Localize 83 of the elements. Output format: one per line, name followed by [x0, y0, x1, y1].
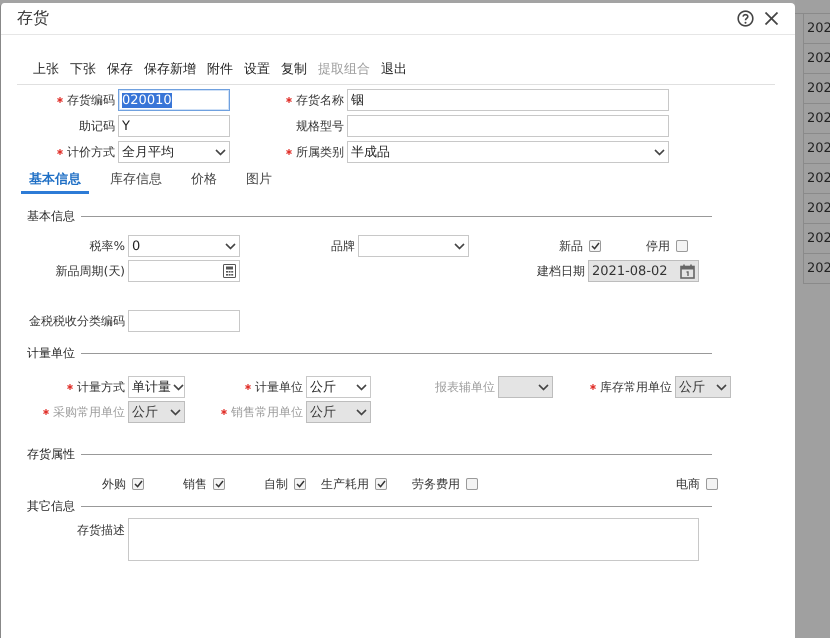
text-field[interactable] — [128, 310, 240, 332]
close-icon — [764, 11, 779, 26]
chevron-icon — [538, 384, 549, 390]
field-label: 所属类别 — [296, 144, 344, 160]
field-label: 存货描述 — [77, 522, 125, 539]
chevron-icon — [716, 384, 727, 390]
calendar-icon — [680, 264, 695, 278]
toolbar-button[interactable]: 保存 — [107, 58, 133, 80]
field-label: 生产耗用 — [321, 476, 369, 492]
field-label: 库存常用单位 — [600, 378, 672, 396]
chevron-icon — [454, 242, 465, 250]
dropdown[interactable]: 公斤 — [306, 376, 371, 398]
checkbox[interactable] — [132, 478, 144, 490]
text-field[interactable] — [347, 115, 669, 137]
chevron-icon — [173, 384, 184, 390]
toolbar-button[interactable]: 保存新增 — [144, 58, 196, 80]
calculator-icon — [223, 264, 236, 278]
check-icon — [214, 480, 224, 488]
check-icon — [376, 480, 386, 488]
field-label: 计量单位 — [255, 378, 303, 396]
check-icon — [134, 480, 142, 488]
field-label: 税率% — [90, 238, 125, 254]
field-label: 电商 — [676, 476, 700, 492]
field-label: 计价方式 — [67, 144, 115, 160]
section-title: 基本信息 — [27, 208, 75, 224]
field-label: 存货名称 — [296, 92, 344, 108]
field-label: 助记码 — [79, 118, 115, 134]
chevron-icon — [356, 408, 367, 416]
description-field[interactable] — [128, 518, 699, 561]
text-field[interactable]: Y — [118, 115, 230, 137]
checkbox[interactable] — [213, 478, 225, 490]
dropdown[interactable]: 全月平均 — [118, 141, 230, 163]
field-label: 计量方式 — [77, 378, 125, 396]
field-label: 停用 — [646, 238, 670, 254]
section-title: 其它信息 — [27, 498, 75, 514]
chevron-icon — [225, 242, 236, 250]
number-field[interactable] — [128, 260, 240, 282]
field-label: 销售 — [183, 476, 207, 492]
field-label: 报表辅单位 — [435, 378, 495, 396]
field-label: 存货编码 — [67, 92, 115, 108]
chevron-icon — [170, 408, 181, 416]
checkbox[interactable] — [706, 478, 718, 490]
text-field[interactable]: 020010 — [118, 89, 230, 111]
checkbox[interactable] — [676, 240, 688, 252]
chevron-icon — [654, 148, 665, 156]
field-label: 采购常用单位 — [53, 404, 125, 420]
dropdown[interactable]: 半成品 — [347, 141, 669, 163]
help-icon — [737, 10, 754, 27]
field-label: 品牌 — [331, 238, 355, 254]
toolbar-button[interactable]: 上张 — [33, 58, 59, 80]
checkbox[interactable] — [375, 478, 387, 490]
toolbar-button[interactable]: 附件 — [207, 58, 233, 80]
toolbar-button[interactable]: 复制 — [281, 58, 307, 80]
section-title: 存货属性 — [27, 446, 75, 462]
checkbox[interactable] — [294, 478, 306, 490]
field-label: 销售常用单位 — [231, 404, 303, 420]
section-title: 计量单位 — [27, 344, 75, 362]
field-label: 新品 — [559, 238, 583, 254]
toolbar-button[interactable]: 设置 — [244, 58, 270, 80]
field-label: 规格型号 — [296, 118, 344, 134]
chevron-icon — [215, 148, 226, 156]
field-label: 新品周期(天) — [56, 262, 125, 280]
toolbar-button[interactable]: 退出 — [381, 58, 407, 80]
field-label: 外购 — [102, 476, 126, 492]
check-icon — [296, 480, 304, 488]
field-label: 金税税收分类编码 — [29, 312, 125, 330]
field-label: 自制 — [264, 476, 288, 492]
dropdown[interactable]: 单计量 — [128, 376, 185, 398]
help-button[interactable] — [737, 10, 754, 27]
window-title: 存货 — [17, 8, 50, 29]
tab[interactable]: 库存信息 — [102, 168, 170, 194]
text-field[interactable]: 铟 — [347, 89, 669, 111]
toolbar-button[interactable]: 下张 — [70, 58, 96, 80]
tab[interactable]: 价格 — [183, 168, 225, 194]
checkbox[interactable] — [589, 240, 601, 252]
check-icon — [590, 242, 600, 250]
field-label: 建档日期 — [537, 262, 585, 280]
checkbox[interactable] — [466, 478, 478, 490]
chevron-icon — [356, 384, 367, 390]
tab[interactable]: 图片 — [238, 168, 280, 194]
field-label: 劳务费用 — [412, 476, 460, 492]
tab[interactable]: 基本信息 — [21, 168, 89, 194]
dropdown[interactable]: 0 — [128, 235, 240, 257]
